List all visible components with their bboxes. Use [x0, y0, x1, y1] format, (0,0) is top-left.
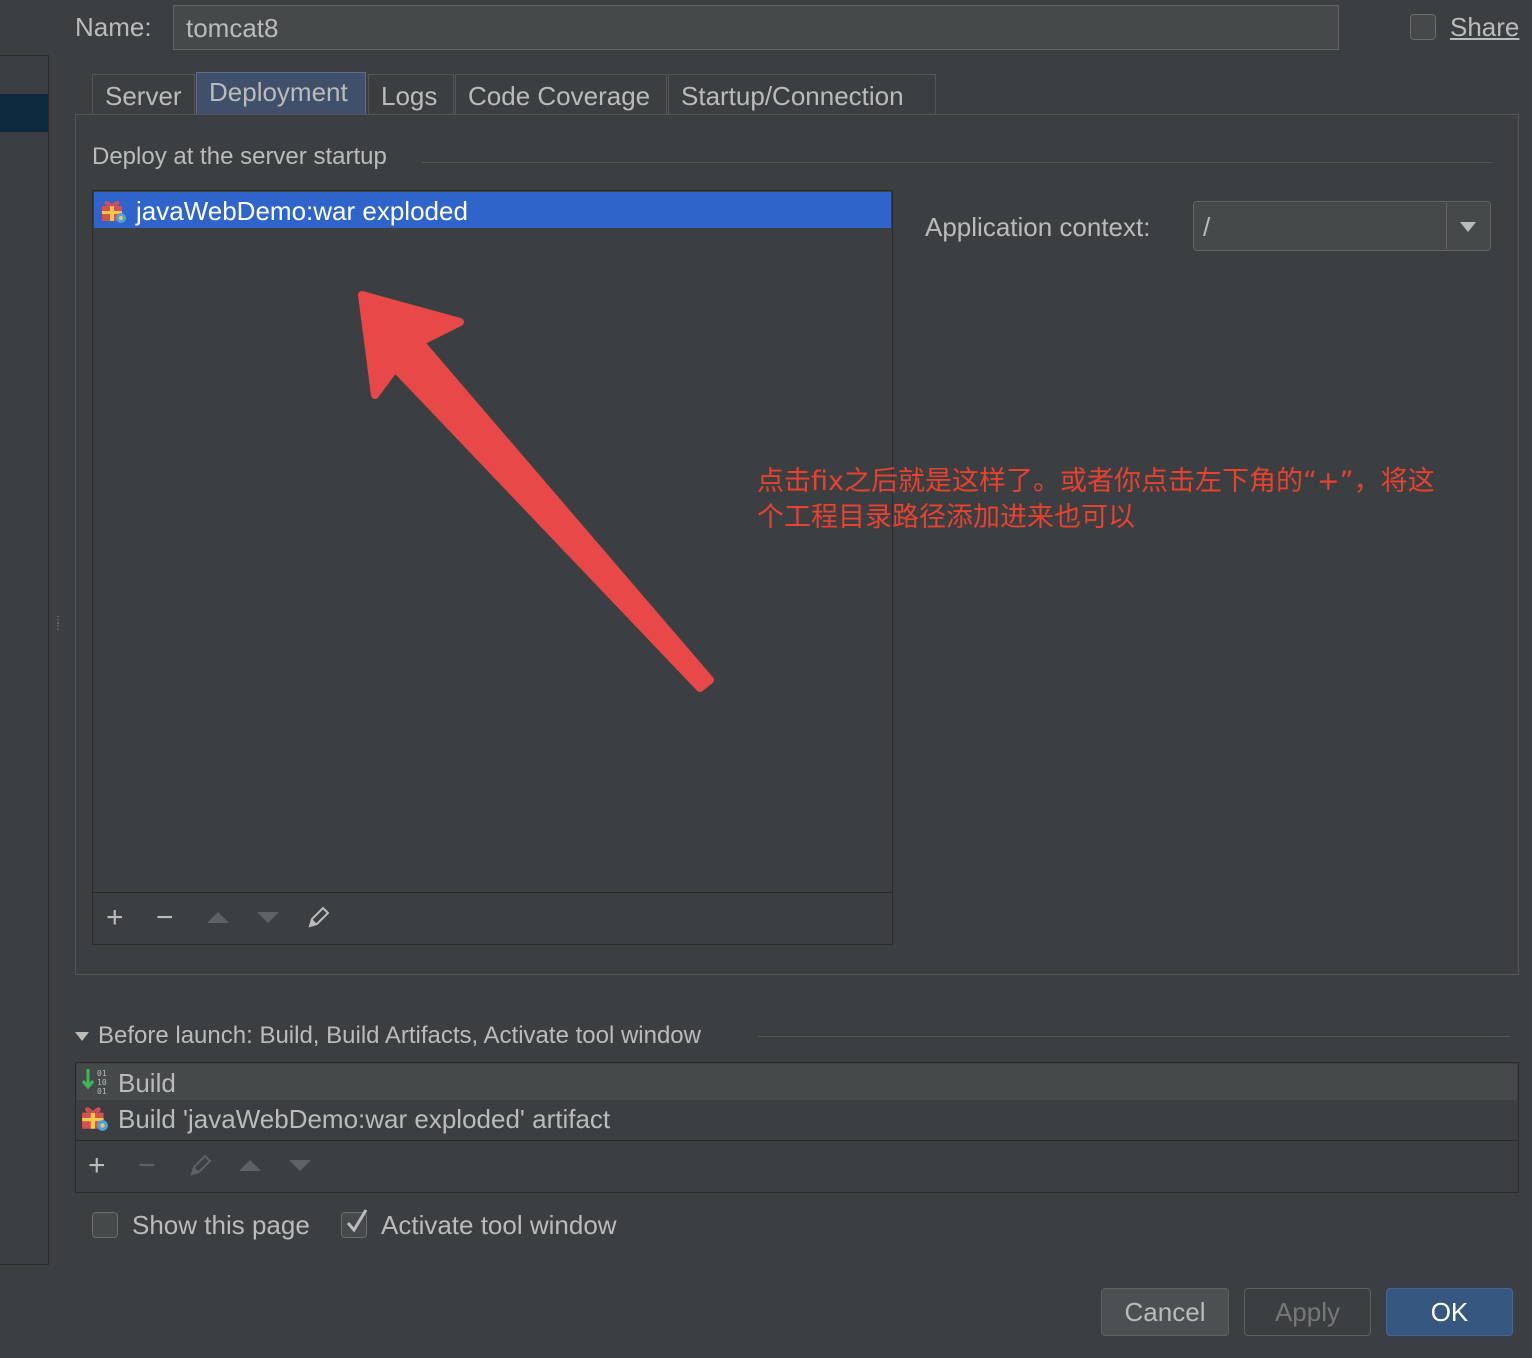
remove-button[interactable]: −	[156, 903, 174, 933]
left-sidebar	[0, 55, 49, 1265]
before-launch-edit-icon[interactable]	[186, 1152, 214, 1180]
artifact-icon	[82, 1107, 108, 1131]
activate-tool-window-label: Activate tool window	[381, 1210, 617, 1240]
ok-button[interactable]: OK	[1386, 1288, 1513, 1336]
share-label: Share	[1450, 12, 1519, 43]
show-this-page-checkbox[interactable]	[92, 1212, 118, 1238]
chevron-down-icon[interactable]	[1460, 222, 1476, 232]
before-launch-move-up-icon[interactable]	[239, 1160, 261, 1171]
before-launch-item-label: Build 'javaWebDemo:war exploded' artifac…	[118, 1104, 611, 1134]
deploy-list-item[interactable]: javaWebDemo:war exploded	[94, 192, 891, 228]
application-context-label: Application context:	[925, 212, 1151, 242]
application-context-value[interactable]: /	[1203, 212, 1210, 243]
edit-pencil-icon[interactable]	[304, 904, 332, 932]
before-launch-move-down-icon[interactable]	[289, 1160, 311, 1171]
tab-logs[interactable]: Logs	[368, 74, 454, 114]
annotation-text: 点击fix之后就是这样了。或者你点击左下角的“+”，将这个工程目录路径添加进来也…	[757, 466, 1435, 533]
show-this-page-label: Show this page	[132, 1210, 310, 1240]
before-launch-item-artifact[interactable]: Build 'javaWebDemo:war exploded' artifac…	[77, 1100, 1517, 1136]
name-input[interactable]: tomcat8	[173, 5, 1339, 50]
tab-startup-connection[interactable]: Startup/Connection	[668, 74, 936, 114]
name-label: Name:	[75, 12, 152, 42]
build-icon: 01 10 01	[81, 1069, 107, 1096]
svg-text:01: 01	[97, 1069, 107, 1078]
checkmark-icon	[346, 1209, 368, 1233]
share-checkbox[interactable]	[1410, 14, 1436, 40]
deploy-section-title: Deploy at the server startup	[92, 143, 387, 170]
before-launch-toolbar-divider	[76, 1140, 1518, 1141]
apply-button[interactable]: Apply	[1244, 1288, 1371, 1336]
before-launch-divider	[758, 1036, 1510, 1037]
annotation-arrow-icon	[358, 291, 714, 692]
activate-tool-window-checkbox[interactable]	[341, 1209, 368, 1238]
deploy-item-label: javaWebDemo:war exploded	[136, 196, 468, 226]
before-launch-item-label: Build	[118, 1068, 176, 1098]
left-sidebar-selected-item[interactable]	[0, 94, 48, 132]
artifact-icon	[102, 201, 126, 223]
before-launch-title[interactable]: Before launch: Build, Build Artifacts, A…	[98, 1022, 701, 1050]
collapse-triangle-icon[interactable]	[75, 1032, 89, 1041]
section-divider	[422, 162, 1492, 163]
cancel-button[interactable]: Cancel	[1101, 1288, 1229, 1336]
combobox-separator	[1446, 203, 1447, 249]
splitter-grip-icon[interactable]: ⋮ ⋮	[53, 616, 63, 648]
add-button[interactable]: +	[106, 903, 124, 933]
before-launch-remove-button[interactable]: −	[138, 1151, 156, 1181]
svg-text:10: 10	[97, 1078, 107, 1087]
move-up-icon[interactable]	[207, 912, 229, 923]
move-down-icon[interactable]	[257, 912, 279, 923]
svg-text:01: 01	[97, 1087, 107, 1096]
list-toolbar-divider	[93, 892, 892, 893]
tab-deployment[interactable]: Deployment	[196, 72, 366, 114]
tab-server[interactable]: Server	[92, 74, 195, 114]
tab-code-coverage[interactable]: Code Coverage	[455, 74, 667, 114]
share-label-text: Share	[1450, 12, 1520, 42]
before-launch-add-button[interactable]: +	[88, 1151, 106, 1181]
before-launch-item-build[interactable]: 01 10 01 Build	[77, 1064, 1517, 1100]
